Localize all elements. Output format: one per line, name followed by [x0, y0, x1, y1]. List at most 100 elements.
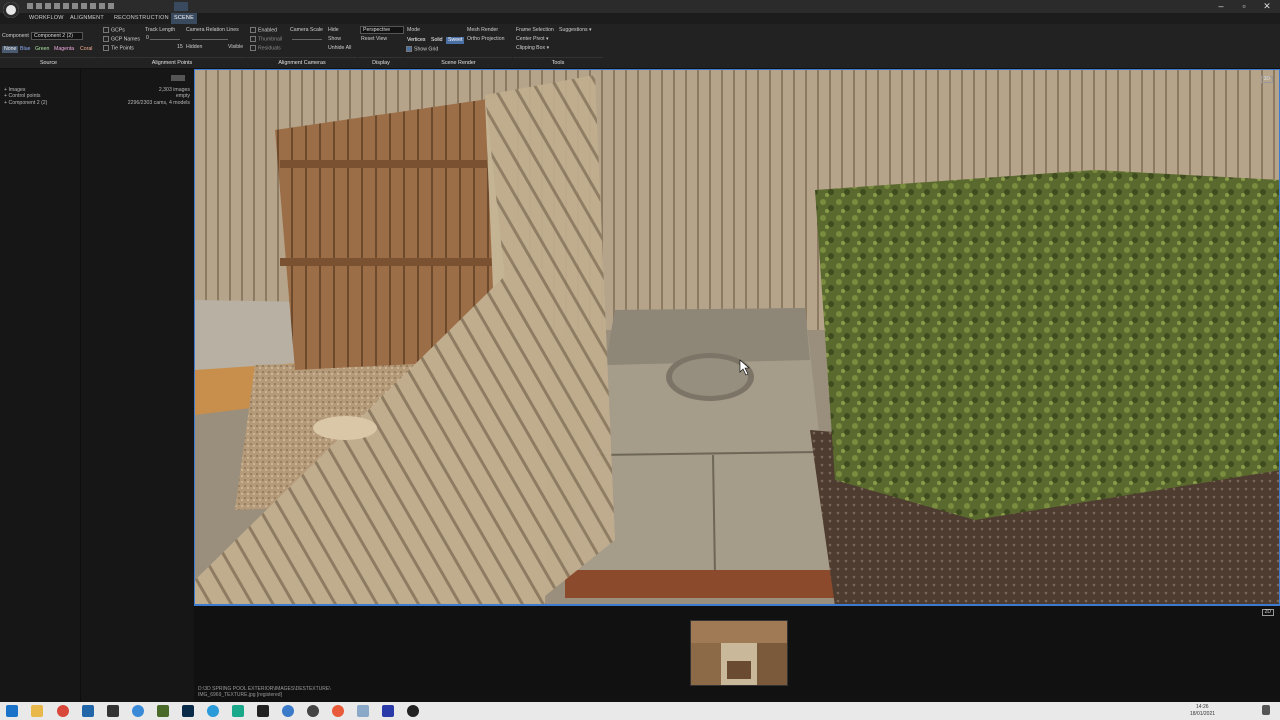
track-length-label: Track Length: [145, 27, 176, 33]
redo-icon[interactable]: [108, 3, 114, 9]
enabled-label: Enabled: [258, 27, 278, 34]
chrome-icon[interactable]: [132, 705, 144, 717]
viewport-2d-label[interactable]: 2D: [1261, 609, 1274, 616]
projection-select[interactable]: Perspective: [360, 26, 404, 34]
component-select[interactable]: Component 2 (2): [31, 32, 83, 40]
gcps-toggle[interactable]: GCPs: [103, 27, 125, 34]
color-green-button[interactable]: Green: [33, 46, 51, 53]
track-length-slider[interactable]: [150, 39, 180, 40]
app-icon[interactable]: [382, 705, 394, 717]
photoshop-icon[interactable]: [182, 705, 194, 717]
relation-lines-slider[interactable]: [192, 39, 228, 40]
color-none-button[interactable]: None: [2, 46, 19, 53]
save-icon[interactable]: [45, 3, 51, 9]
thumbnail-toggle[interactable]: Thumbnail: [250, 36, 282, 43]
tree-item-control-points[interactable]: + Control points: [4, 93, 41, 99]
layout-icon[interactable]: [72, 3, 78, 9]
ortho-projection-button[interactable]: Ortho Projection: [467, 36, 504, 43]
app-icon[interactable]: [82, 705, 94, 717]
sweet-button[interactable]: Sweet: [446, 37, 465, 44]
mesh-render-button[interactable]: Mesh Render: [467, 27, 498, 34]
color-coral-button[interactable]: Coral: [78, 46, 94, 53]
layout-icon[interactable]: [63, 3, 69, 9]
control-points-status: empty: [175, 93, 190, 99]
scene-render: [195, 70, 1279, 604]
component-status: 2296/2303 cams, 4 models: [127, 100, 190, 106]
clipping-box-dropdown[interactable]: Clipping Box ▾: [516, 45, 549, 52]
checkbox-checked-icon: [406, 46, 412, 52]
app-icon[interactable]: [332, 705, 344, 717]
maximize-icon[interactable]: ▫: [1237, 1, 1251, 12]
tie-points-toggle[interactable]: Tie Points: [103, 45, 134, 52]
solid-button[interactable]: Solid: [431, 37, 443, 44]
minimize-icon[interactable]: –: [1214, 1, 1228, 12]
gcp-names-toggle[interactable]: GCP Names: [103, 36, 140, 43]
residuals-label: Residuals: [258, 45, 281, 52]
layout-icon[interactable]: [81, 3, 87, 9]
tree-item-label: Component 2 (2): [8, 100, 48, 106]
details-panel: 2,303 images empty 2296/2303 cams, 4 mod…: [81, 69, 194, 702]
checkbox-icon: [103, 27, 109, 33]
reset-view-button[interactable]: Reset View: [361, 36, 387, 43]
tab-reconstruction[interactable]: Reconstruction: [111, 13, 172, 24]
vertices-button[interactable]: Vertices: [407, 37, 425, 44]
clock-date[interactable]: 18/01/2021: [1190, 711, 1215, 717]
frame-selection-button[interactable]: Frame Selection: [516, 27, 554, 34]
tab-scene[interactable]: Scene: [171, 13, 197, 24]
edge-icon[interactable]: [207, 705, 219, 717]
app-icon[interactable]: [257, 705, 269, 717]
chevron-down-icon: ▾: [546, 45, 550, 51]
viewport-3d-label[interactable]: 3D: [1260, 76, 1273, 83]
image-thumbnail[interactable]: [690, 620, 788, 686]
3d-viewport[interactable]: 3D: [194, 69, 1280, 605]
layout-icon[interactable]: [90, 3, 96, 9]
tree-item-component[interactable]: + Component 2 (2): [4, 100, 47, 106]
thumbnail-render: [691, 621, 787, 685]
layout-icon[interactable]: [54, 3, 60, 9]
app-logo-icon: [3, 2, 19, 18]
app-icon[interactable]: [407, 705, 419, 717]
close-icon[interactable]: ✕: [1260, 1, 1274, 12]
tab-workflow[interactable]: Workflow: [26, 13, 67, 24]
app-icon[interactable]: [357, 705, 369, 717]
file-explorer-icon[interactable]: [31, 705, 43, 717]
app-icon[interactable]: [282, 705, 294, 717]
view-3d-icon[interactable]: [174, 2, 188, 11]
show-grid-toggle[interactable]: Show Grid: [406, 46, 438, 53]
clock-time[interactable]: 14:26: [1196, 704, 1209, 710]
notifications-icon[interactable]: [1262, 705, 1270, 715]
checkbox-icon: [103, 36, 109, 42]
mode-label: Mode: [407, 27, 420, 33]
windows-start-icon[interactable]: [6, 705, 18, 717]
checkbox-icon: [250, 27, 256, 33]
residuals-toggle[interactable]: Residuals: [250, 45, 281, 52]
chrome-icon[interactable]: [57, 705, 69, 717]
center-pivot-dropdown[interactable]: Center Pivot ▾: [516, 36, 549, 43]
center-pivot-label: Center Pivot: [516, 36, 545, 42]
color-magenta-button[interactable]: Magenta: [52, 46, 76, 53]
tab-alignment[interactable]: Alignment: [67, 13, 107, 24]
unhide-all-button[interactable]: Unhide All: [328, 45, 351, 52]
suggestions-dropdown[interactable]: Suggestions ▾: [559, 27, 592, 34]
show-grid-label: Show Grid: [414, 46, 439, 53]
open-icon[interactable]: [36, 3, 42, 9]
show-button[interactable]: Show: [328, 36, 341, 43]
taskbar: 14:26 18/01/2021: [0, 702, 1280, 720]
camera-scale-slider[interactable]: [292, 39, 322, 40]
color-blue-button[interactable]: Blue: [18, 46, 32, 53]
camera-scale-label: Camera Scale: [290, 27, 323, 33]
group-source: Source: [0, 57, 97, 68]
camera-relation-lines-label: Camera Relation Lines: [186, 27, 239, 33]
hide-button[interactable]: Hide: [328, 27, 339, 34]
app-icon[interactable]: [107, 705, 119, 717]
app-icon[interactable]: [307, 705, 319, 717]
enabled-toggle[interactable]: Enabled: [250, 27, 277, 34]
undo-icon[interactable]: [99, 3, 105, 9]
app-icon[interactable]: [232, 705, 244, 717]
component-label: Component: [2, 33, 29, 39]
visible-label: Visible: [228, 44, 244, 50]
clipping-box-label: Clipping Box: [516, 45, 546, 51]
new-project-icon[interactable]: [27, 3, 33, 9]
tie-points-label: Tie Points: [111, 45, 134, 52]
app-icon[interactable]: [157, 705, 169, 717]
